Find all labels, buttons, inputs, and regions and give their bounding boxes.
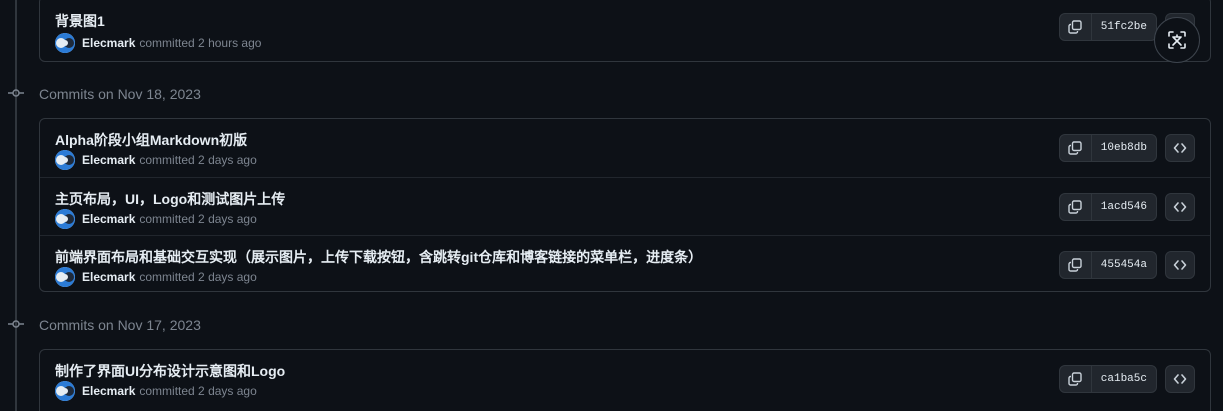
avatar-image — [55, 33, 75, 53]
commit-meta: Elecmark committed 2 days ago — [55, 267, 257, 287]
copy-sha-button[interactable] — [1060, 135, 1092, 161]
code-icon — [1173, 374, 1187, 384]
copy-icon — [1068, 258, 1082, 272]
commit-actions: 1acd546 — [1058, 193, 1195, 221]
commit-sha-link[interactable]: 1acd546 — [1092, 194, 1156, 220]
copy-icon — [1068, 141, 1082, 155]
author-link[interactable]: Elecmark — [82, 153, 135, 167]
commit-title[interactable]: 背景图1 — [55, 11, 105, 31]
copy-sha-button[interactable] — [1060, 252, 1092, 278]
commit-row: 制作了界面UI分布设计示意图和Logo Elecmark committed 2… — [40, 350, 1210, 408]
code-icon — [1173, 260, 1187, 270]
avatar-image — [55, 150, 75, 170]
author-link[interactable]: Elecmark — [82, 384, 135, 398]
commit-title[interactable]: 前端界面布局和基础交互实现（展示图片，上传下载按钮，含跳转git仓库和博客链接的… — [55, 247, 702, 267]
browse-repo-button[interactable] — [1165, 134, 1195, 162]
commit-group-date: Commits on Nov 17, 2023 — [39, 317, 201, 333]
commit-list-box: 背景图1 Elecmark committed 2 hours ago 51fc… — [39, 0, 1211, 62]
commit-title[interactable]: Alpha阶段小组Markdown初版 — [55, 130, 247, 150]
commit-meta: Elecmark committed 2 days ago — [55, 150, 257, 170]
commit-title[interactable]: 主页布局，UI，Logo和测试图片上传 — [55, 189, 285, 209]
commit-meta: Elecmark committed 2 hours ago — [55, 33, 261, 53]
browse-repo-button[interactable] — [1165, 251, 1195, 279]
commit-row: 背景图1 Elecmark committed 2 hours ago 51fc… — [40, 0, 1210, 61]
git-commit-icon — [8, 316, 24, 332]
copy-sha-button[interactable] — [1060, 366, 1092, 392]
author-link[interactable]: Elecmark — [82, 270, 135, 284]
commit-sha-link[interactable]: 10eb8db — [1092, 135, 1156, 161]
copy-sha-button[interactable] — [1060, 194, 1092, 220]
commit-time: committed 2 days ago — [139, 270, 257, 284]
timeline-line — [15, 0, 17, 411]
avatar[interactable] — [55, 381, 75, 401]
avatar-image — [55, 381, 75, 401]
commit-sha-link[interactable]: 51fc2be — [1092, 14, 1156, 40]
sha-button-group: ca1ba5c — [1058, 365, 1157, 393]
translate-button[interactable] — [1154, 17, 1200, 63]
commit-actions: 10eb8db — [1058, 134, 1195, 162]
commit-title[interactable]: 制作了界面UI分布设计示意图和Logo — [55, 361, 285, 381]
avatar[interactable] — [55, 267, 75, 287]
commit-time: committed 2 days ago — [139, 384, 257, 398]
commit-list-box: 制作了界面UI分布设计示意图和Logo Elecmark committed 2… — [39, 349, 1211, 411]
copy-icon — [1068, 200, 1082, 214]
sha-button-group: 455454a — [1058, 251, 1157, 279]
sha-button-group: 1acd546 — [1058, 193, 1157, 221]
avatar[interactable] — [55, 33, 75, 53]
commit-actions: ca1ba5c — [1058, 365, 1195, 393]
commit-actions: 455454a — [1058, 251, 1195, 279]
commit-group-date: Commits on Nov 18, 2023 — [39, 86, 201, 102]
commit-time: committed 2 hours ago — [139, 36, 262, 50]
code-icon — [1173, 143, 1187, 153]
commit-row: Alpha阶段小组Markdown初版 Elecmark committed 2… — [40, 119, 1210, 177]
copy-icon — [1068, 20, 1082, 34]
code-icon — [1173, 202, 1187, 212]
git-commit-icon — [8, 85, 24, 101]
commit-list-box: Alpha阶段小组Markdown初版 Elecmark committed 2… — [39, 118, 1211, 292]
commit-time: committed 2 days ago — [139, 153, 257, 167]
commit-time: committed 2 days ago — [139, 212, 257, 226]
avatar[interactable] — [55, 150, 75, 170]
author-link[interactable]: Elecmark — [82, 36, 135, 50]
commit-meta: Elecmark committed 2 days ago — [55, 209, 257, 229]
commit-meta: Elecmark committed 2 days ago — [55, 381, 257, 401]
sha-button-group: 10eb8db — [1058, 134, 1157, 162]
copy-icon — [1068, 372, 1082, 386]
browse-repo-button[interactable] — [1165, 365, 1195, 393]
commit-sha-link[interactable]: 455454a — [1092, 252, 1156, 278]
avatar-image — [55, 267, 75, 287]
sha-button-group: 51fc2be — [1058, 13, 1157, 41]
commit-row: 前端界面布局和基础交互实现（展示图片，上传下载按钮，含跳转git仓库和博客链接的… — [40, 235, 1210, 291]
browse-repo-button[interactable] — [1165, 193, 1195, 221]
author-link[interactable]: Elecmark — [82, 212, 135, 226]
copy-sha-button[interactable] — [1060, 14, 1092, 40]
avatar[interactable] — [55, 209, 75, 229]
translate-icon — [1168, 31, 1186, 49]
commit-row: 主页布局，UI，Logo和测试图片上传 Elecmark committed 2… — [40, 177, 1210, 235]
commit-sha-link[interactable]: ca1ba5c — [1092, 366, 1156, 392]
avatar-image — [55, 209, 75, 229]
